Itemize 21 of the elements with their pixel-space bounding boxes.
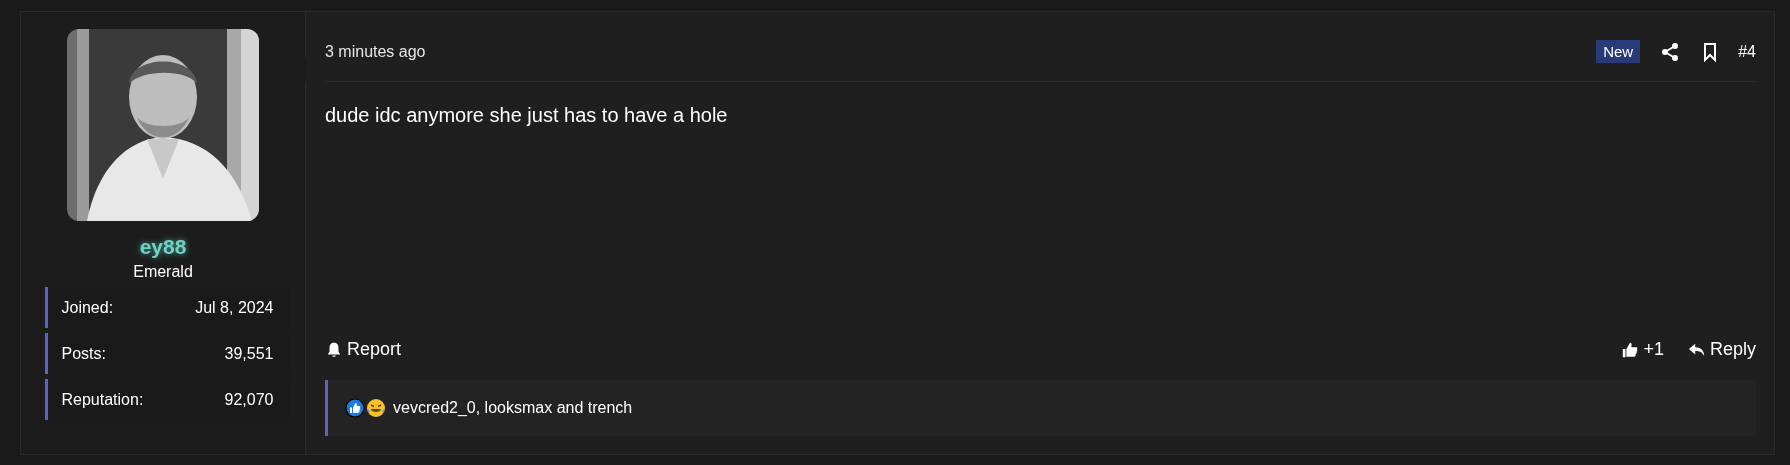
user-rank: Emerald (133, 263, 193, 281)
thumbs-up-icon[interactable] (345, 398, 365, 418)
post-number-link[interactable]: #4 (1738, 42, 1756, 61)
reaction-users[interactable]: vevcred2_0, looksmax and trench (393, 399, 633, 417)
post-time[interactable]: 3 minutes ago (325, 42, 426, 61)
stat-label: Reputation: (61, 390, 144, 409)
post-message: dude idc anymore she just has to have a hole (325, 104, 729, 128)
stat-value: Jul 8, 2024 (195, 298, 274, 317)
stat-value: 92,070 (224, 390, 274, 409)
stat-label: Posts: (61, 344, 106, 363)
stat-value: 39,551 (224, 344, 274, 363)
reply-button[interactable]: Reply (1687, 339, 1756, 360)
username-link[interactable]: ey88 (139, 235, 187, 259)
thumbs-up-icon[interactable] (1621, 340, 1640, 359)
new-badge: New (1596, 40, 1641, 63)
share-icon[interactable] (1660, 41, 1681, 62)
stat-label: Joined: (61, 298, 114, 317)
bell-icon[interactable] (325, 340, 343, 359)
crying-laughing-emoji-icon[interactable] (366, 398, 386, 418)
report-link[interactable]: Report (325, 339, 402, 360)
like-button[interactable]: +1 (1621, 339, 1664, 360)
